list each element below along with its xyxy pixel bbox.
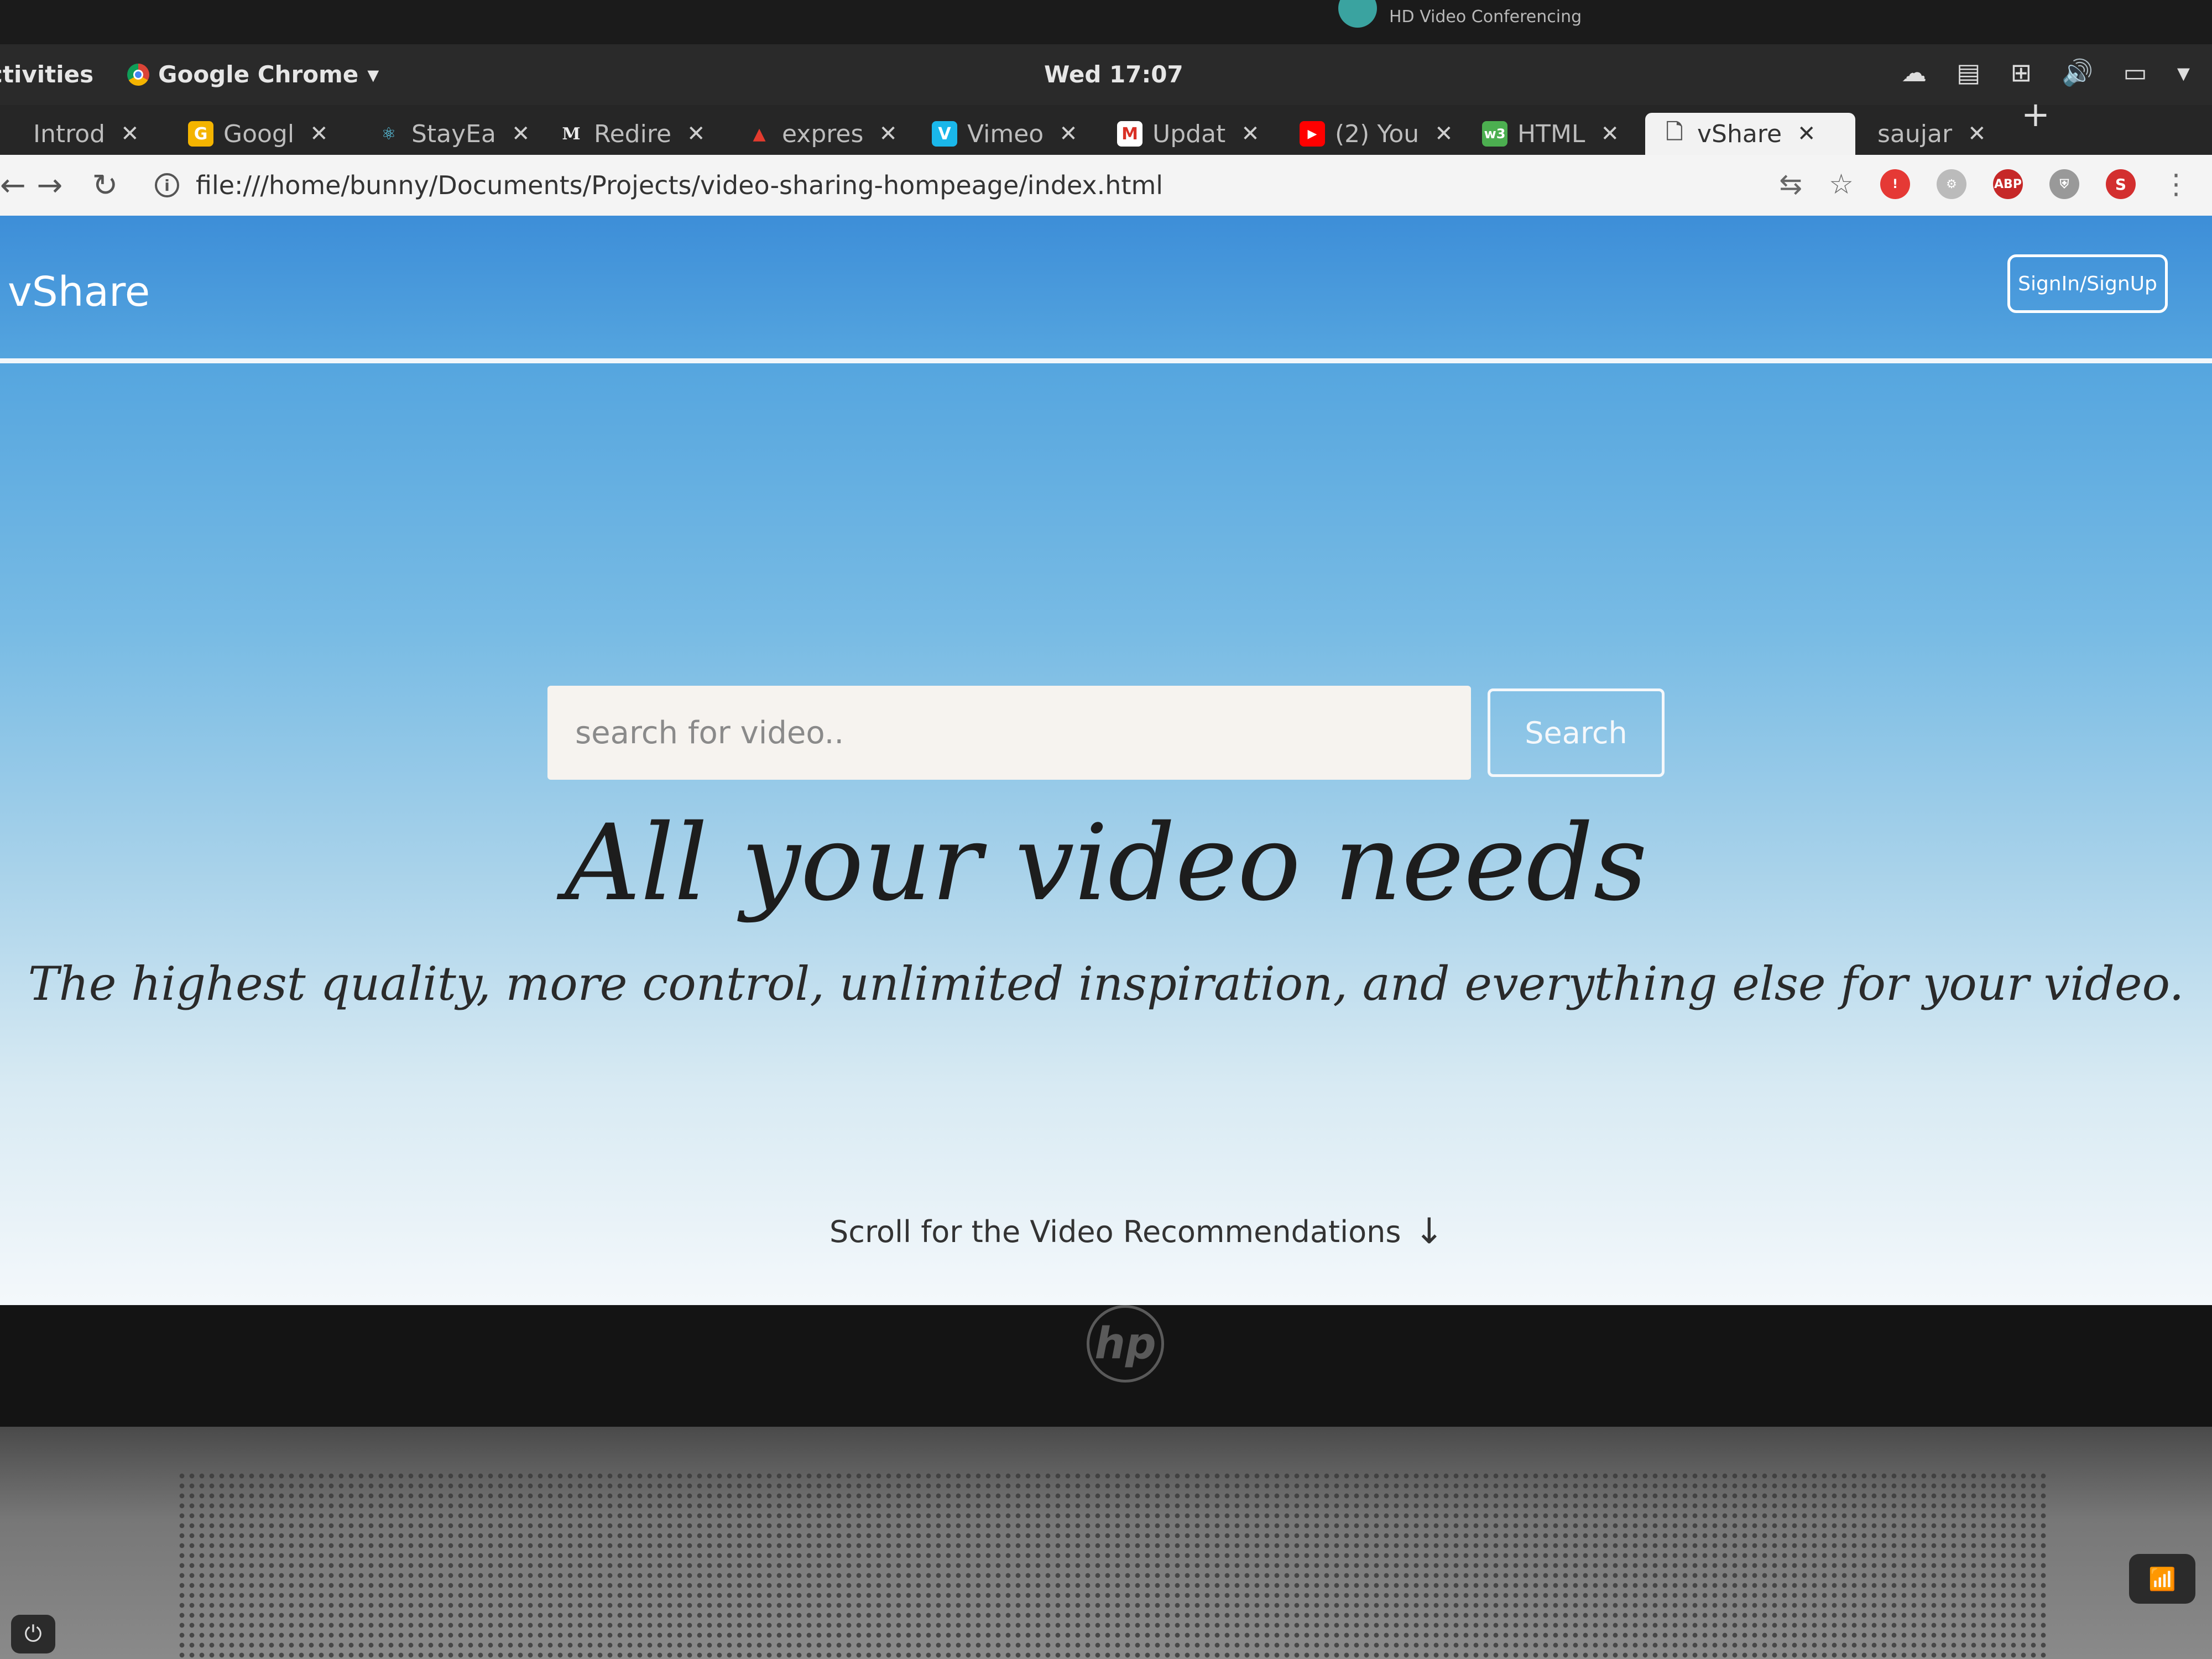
url-field[interactable]: file:///home/bunny/Documents/Projects/vi…: [196, 170, 1163, 200]
hero-headline: All your video needs: [565, 802, 1647, 924]
close-icon[interactable]: ✕: [1241, 121, 1260, 147]
activities-button[interactable]: ctivities: [0, 61, 93, 88]
tab-2[interactable]: ⚛ StayEa ✕: [376, 113, 530, 155]
close-icon[interactable]: ✕: [121, 121, 139, 147]
conference-app-icon: [1338, 0, 1377, 28]
notification-text: HD Video Conferencing: [1389, 7, 1582, 27]
laptop-bezel-top: [0, 0, 2212, 44]
search-button[interactable]: Search: [1488, 688, 1665, 777]
gnome-top-bar: ctivities Google Chrome ▾ Wed 17:07 ☁ ▤ …: [0, 44, 2212, 105]
tab-7[interactable]: ▶ (2) You ✕: [1300, 113, 1453, 155]
app-menu-label: Google Chrome: [158, 61, 359, 88]
hero-tagline: The highest quality, more control, unlim…: [28, 957, 2184, 1011]
laptop-screen: ctivities Google Chrome ▾ Wed 17:07 ☁ ▤ …: [0, 44, 2212, 1305]
tab-5[interactable]: V Vimeo ✕: [932, 113, 1078, 155]
tab-label: saujar: [1877, 119, 1953, 148]
weather-icon[interactable]: ☁: [1901, 58, 1927, 88]
extension-toolbar: ⇆ ☆ ! ⚙ ABP ⛨ S ⋮: [1779, 168, 2190, 200]
search-input[interactable]: [547, 686, 1471, 780]
forward-arrow-icon[interactable]: →: [22, 168, 77, 204]
wireless-icon[interactable]: 📶: [2129, 1554, 2195, 1604]
search-form: Search: [547, 686, 1665, 780]
scroll-hint-link[interactable]: Scroll for the Video Recommendations ↓: [830, 1211, 1444, 1252]
tab-3[interactable]: M Redire ✕: [559, 113, 706, 155]
system-menu-caret-icon[interactable]: ▾: [2177, 58, 2190, 88]
tab-vshare-active[interactable]: 🗋 vShare ✕: [1645, 113, 1855, 155]
page-viewport: vShare SignIn/SignUp Search All your vid…: [0, 216, 2212, 1305]
express-icon: ▲: [753, 124, 766, 144]
close-icon[interactable]: ✕: [1059, 121, 1078, 147]
w3-icon: w3: [1482, 121, 1507, 147]
youtube-icon: ▶: [1300, 121, 1325, 147]
kebab-menu-icon[interactable]: ⋮: [2162, 168, 2190, 200]
tab-label: expres: [782, 119, 864, 148]
tab-label: Updat: [1152, 119, 1226, 148]
extension-grey-icon[interactable]: ⚙: [1937, 169, 1966, 199]
system-tray[interactable]: ☁ ▤ ⊞ 🔊 ▭ ▾: [1901, 58, 2190, 88]
caret-down-icon: ▾: [367, 61, 379, 88]
close-icon[interactable]: ✕: [1600, 121, 1619, 147]
close-icon[interactable]: ✕: [310, 121, 328, 147]
tab-label: vShare: [1697, 119, 1782, 148]
tab-6[interactable]: M Updat ✕: [1117, 113, 1260, 155]
shield-icon[interactable]: ⛨: [2049, 169, 2079, 199]
tab-label: Redire: [594, 119, 672, 148]
close-icon[interactable]: ✕: [879, 121, 898, 147]
document-icon: 🗋: [1666, 119, 1683, 144]
adblock-icon[interactable]: ABP: [1993, 169, 2023, 199]
bookmark-star-icon[interactable]: ☆: [1829, 168, 1854, 200]
tab-label: (2) You: [1335, 119, 1420, 148]
clock[interactable]: Wed 17:07: [1044, 61, 1183, 88]
hp-logo: hp: [1087, 1305, 1164, 1383]
clipboard-icon[interactable]: ▤: [1957, 58, 1980, 88]
medium-icon: M: [562, 124, 581, 144]
tab-label: Vimeo: [967, 119, 1044, 148]
tab-4[interactable]: ▲ expres ✕: [747, 113, 898, 155]
site-info-icon[interactable]: i: [155, 173, 179, 197]
volume-icon[interactable]: 🔊: [2062, 58, 2093, 88]
profile-avatar[interactable]: S: [2106, 169, 2136, 199]
tab-label: Googl: [223, 119, 295, 148]
tab-10[interactable]: saujar ✕: [1877, 113, 1986, 155]
power-icon[interactable]: ⏻: [11, 1615, 55, 1653]
tab-label: StayEa: [411, 119, 496, 148]
brand-logo[interactable]: vShare: [8, 268, 150, 316]
notification-banner: HD Video Conferencing: [1338, 0, 1582, 33]
new-tab-button[interactable]: +: [2021, 94, 2050, 134]
network-icon[interactable]: ⊞: [2011, 58, 2032, 88]
speaker-grille: [177, 1471, 2046, 1659]
close-icon[interactable]: ✕: [1434, 121, 1453, 147]
signin-signup-button[interactable]: SignIn/SignUp: [2007, 254, 2168, 313]
scroll-hint-label: Scroll for the Video Recommendations: [830, 1214, 1401, 1249]
tab-8[interactable]: w3 HTML ✕: [1482, 113, 1619, 155]
arrow-down-icon: ↓: [1414, 1211, 1444, 1252]
close-icon[interactable]: ✕: [1968, 121, 1986, 147]
tab-label: Introd: [33, 119, 106, 148]
browser-tab-strip: Introd ✕ G Googl ✕ ⚛ StayEa ✕ M Redire ✕…: [0, 105, 2212, 155]
close-icon[interactable]: ✕: [512, 121, 530, 147]
address-bar: ← → ↻ i file:///home/bunny/Documents/Pro…: [0, 155, 2212, 216]
react-icon: ⚛: [381, 124, 397, 144]
tab-1[interactable]: G Googl ✕: [188, 113, 328, 155]
tab-0[interactable]: Introd ✕: [33, 113, 139, 155]
close-icon[interactable]: ✕: [687, 121, 706, 147]
close-icon[interactable]: ✕: [1797, 121, 1816, 147]
navbar-divider: [0, 358, 2212, 363]
site-navbar: vShare SignIn/SignUp: [0, 216, 2212, 359]
vimeo-icon: V: [932, 121, 957, 147]
extension-red-icon[interactable]: !: [1880, 169, 1910, 199]
gmail-icon: M: [1117, 121, 1142, 147]
translate-icon[interactable]: ⇆: [1779, 168, 1802, 200]
google-icon: G: [188, 121, 213, 147]
reload-icon[interactable]: ↻: [77, 168, 133, 204]
chrome-icon: [127, 63, 149, 86]
app-menu-button[interactable]: Google Chrome ▾: [127, 61, 379, 88]
battery-icon[interactable]: ▭: [2123, 58, 2147, 88]
back-arrow-icon[interactable]: ←: [0, 168, 26, 204]
tab-label: HTML: [1517, 119, 1585, 148]
